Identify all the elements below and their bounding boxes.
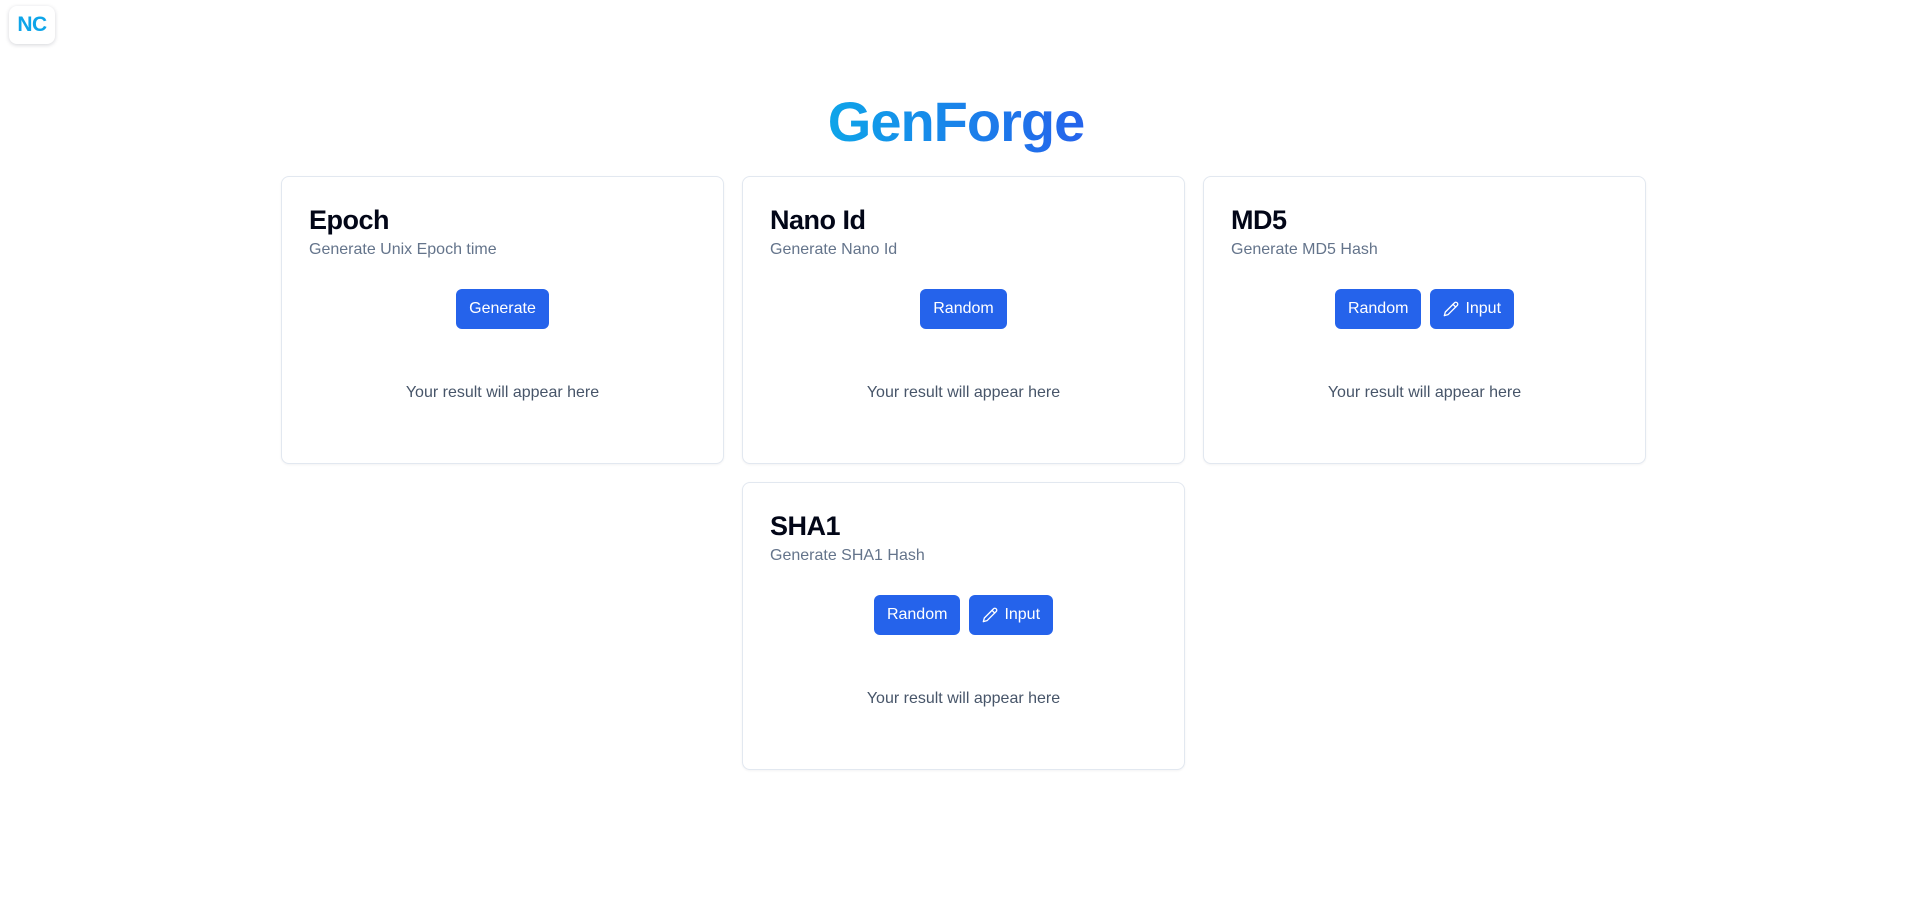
- random-button[interactable]: Random: [873, 595, 961, 635]
- md5-card: MD5 Generate MD5 Hash Random Input Your …: [1203, 176, 1646, 464]
- nano-id-card: Nano Id Generate Nano Id Random Your res…: [742, 176, 1185, 464]
- card-title: Nano Id: [770, 205, 866, 235]
- card-description: Generate Nano Id: [770, 241, 898, 258]
- result-placeholder: Your result will appear here: [1327, 384, 1522, 401]
- card-description: Generate Unix Epoch time: [309, 241, 497, 258]
- result-placeholder: Your result will appear here: [405, 384, 600, 401]
- card-actions: Random Input: [1231, 289, 1618, 329]
- generator-grid: Epoch Generate Unix Epoch time Generate …: [281, 176, 1646, 770]
- button-label: Generate: [469, 300, 536, 317]
- card-actions: Generate: [309, 289, 696, 329]
- nc-logo-button[interactable]: NC: [9, 6, 55, 44]
- generate-button[interactable]: Generate: [456, 289, 549, 329]
- button-label: Random: [933, 300, 994, 317]
- epoch-card: Epoch Generate Unix Epoch time Generate …: [281, 176, 724, 464]
- input-button[interactable]: Input: [1430, 289, 1515, 329]
- pencil-icon: [1444, 301, 1459, 317]
- button-label: Random: [886, 606, 948, 623]
- card-actions: Random: [770, 289, 1157, 329]
- page-title-text: GenForge: [827, 90, 1085, 153]
- sha1-card: SHA1 Generate SHA1 Hash Random Input You…: [742, 482, 1185, 770]
- input-button[interactable]: Input: [969, 595, 1054, 635]
- result-placeholder: Your result will appear here: [866, 384, 1061, 401]
- card-description: Generate SHA1 Hash: [770, 547, 925, 564]
- button-label: Random: [1347, 300, 1409, 317]
- page-title: GenForge: [0, 88, 1912, 156]
- button-label: Input: [1465, 300, 1502, 317]
- button-label: Input: [1004, 606, 1041, 623]
- random-button[interactable]: Random: [920, 289, 1007, 329]
- card-title: Epoch: [309, 205, 390, 235]
- pencil-icon: [983, 607, 998, 623]
- card-actions: Random Input: [770, 595, 1157, 635]
- result-placeholder: Your result will appear here: [866, 690, 1061, 707]
- card-title: MD5: [1231, 205, 1287, 235]
- card-title: SHA1: [770, 511, 841, 541]
- random-button[interactable]: Random: [1334, 289, 1422, 329]
- card-description: Generate MD5 Hash: [1231, 241, 1378, 258]
